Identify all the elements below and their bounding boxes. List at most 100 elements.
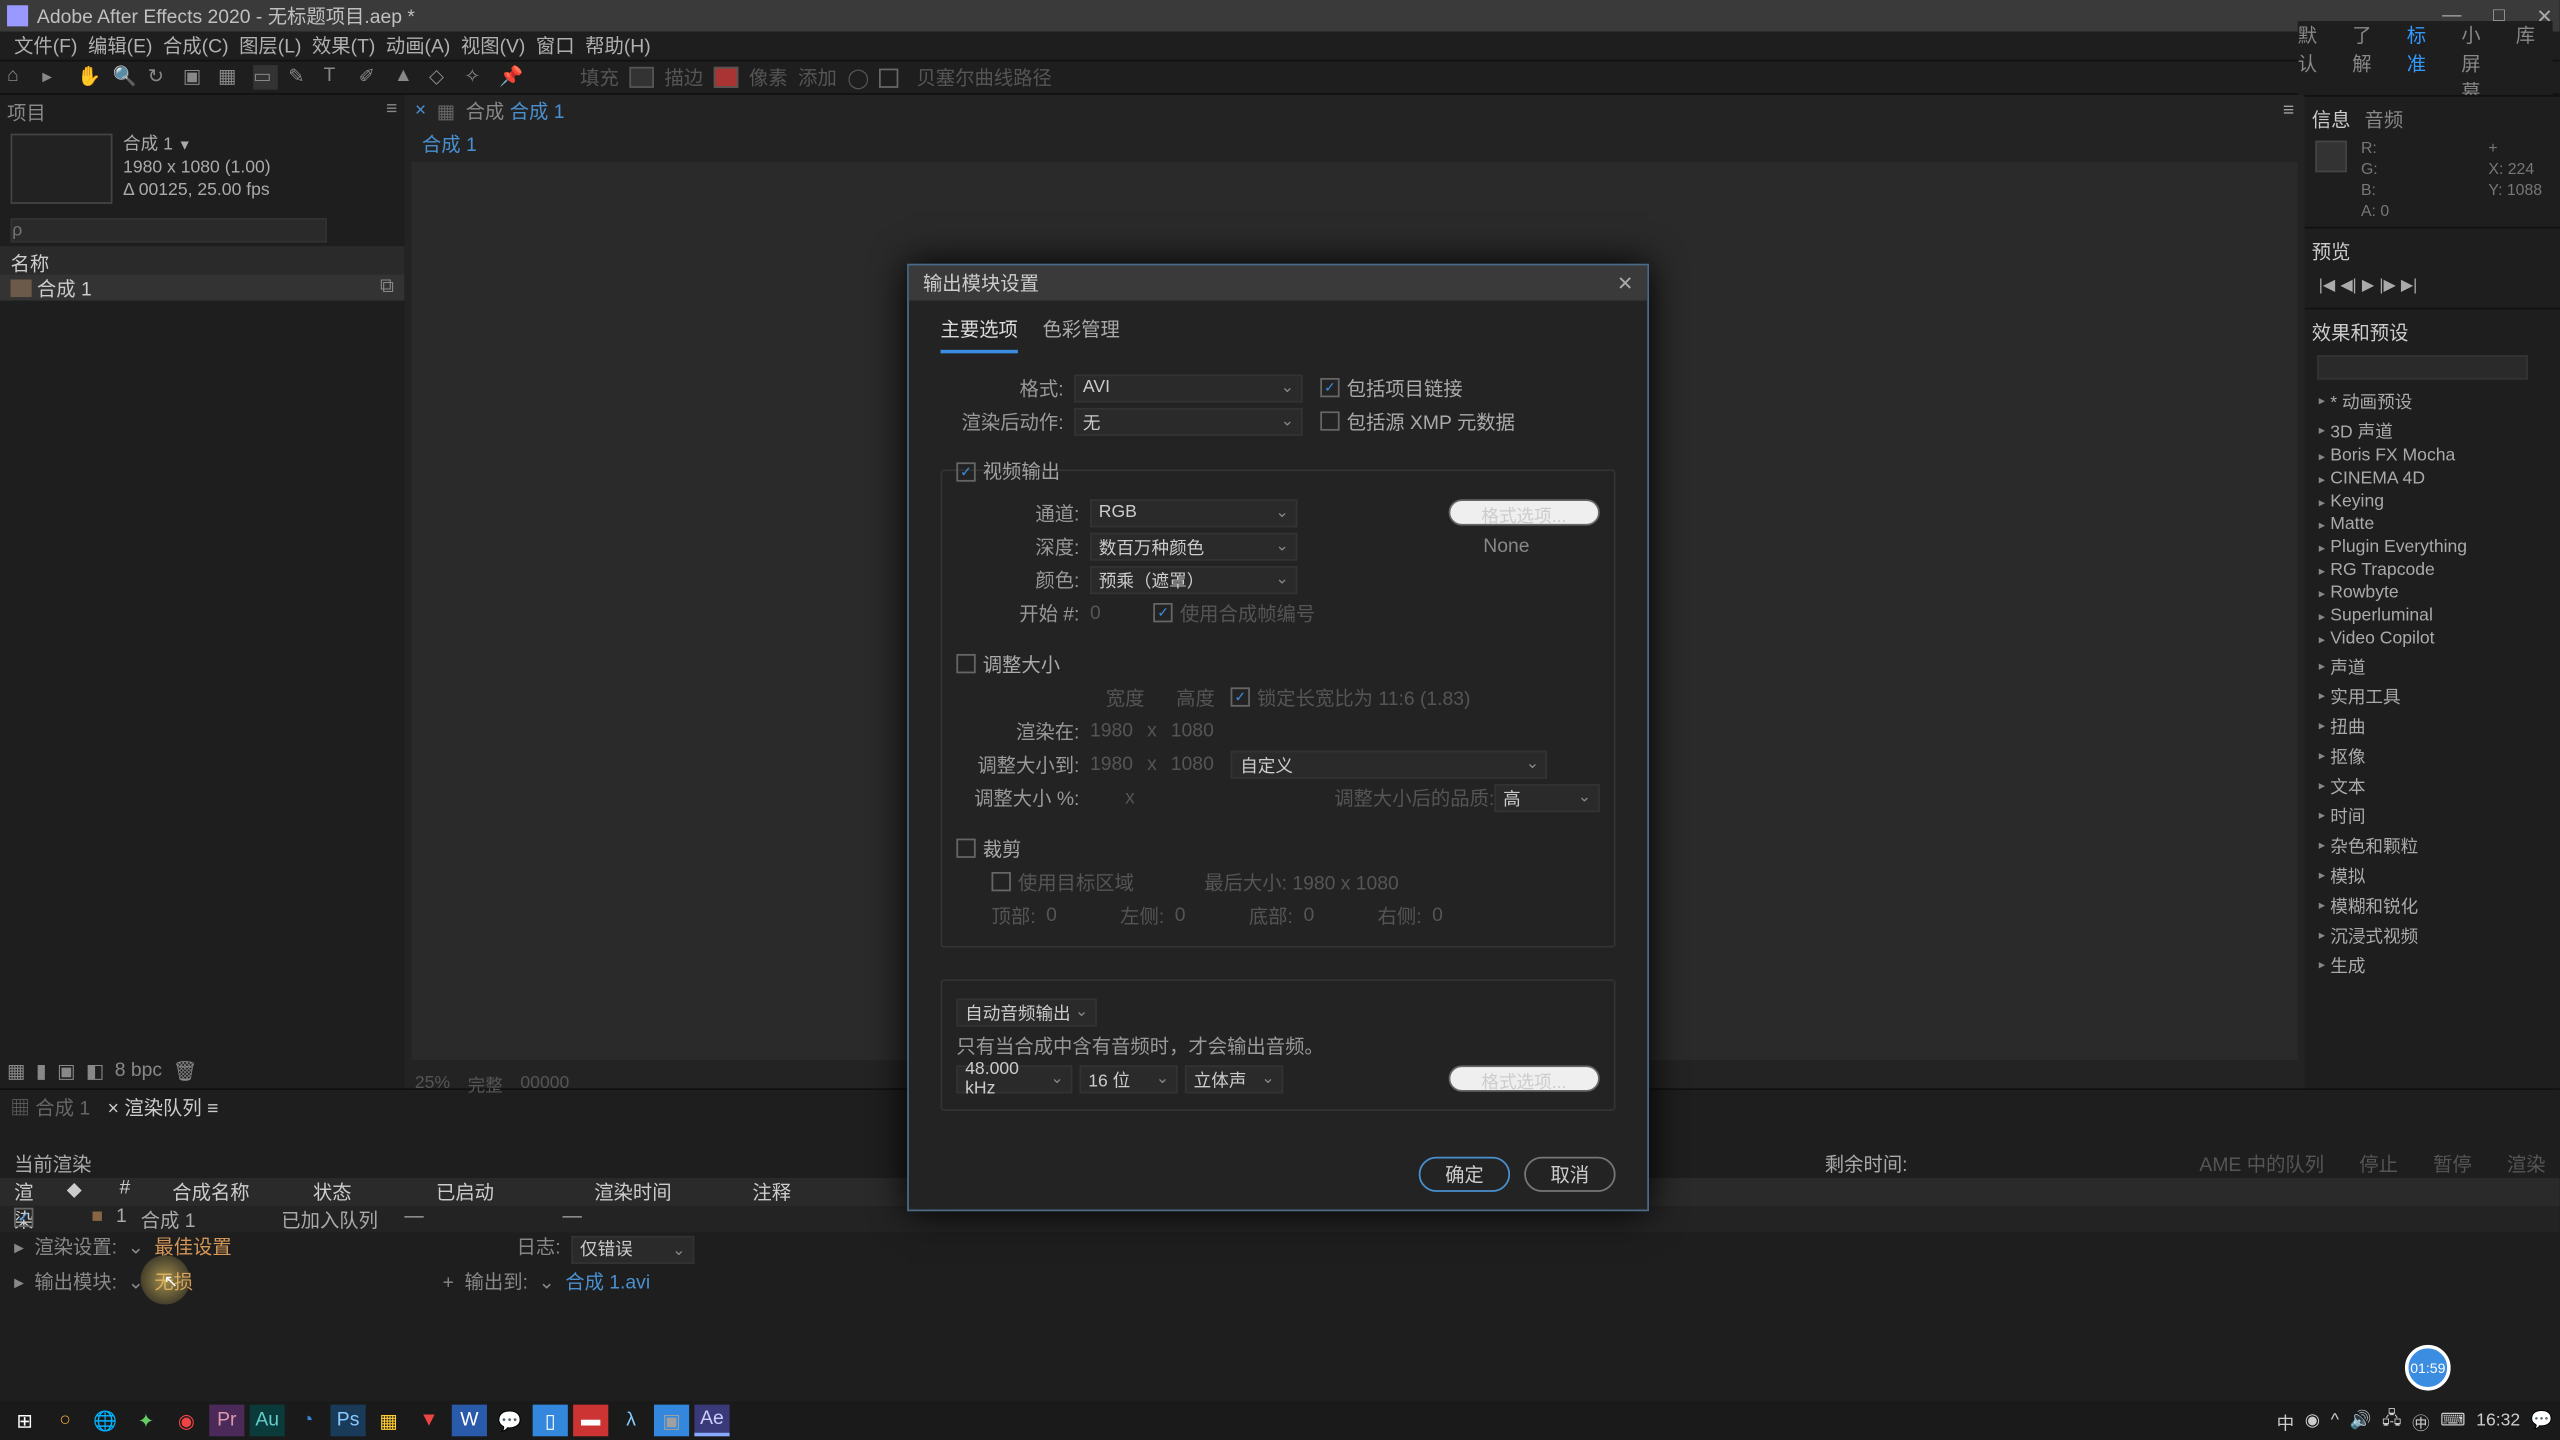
crop-checkbox[interactable] <box>956 839 975 858</box>
row-label-icon[interactable]: ■ <box>91 1206 116 1232</box>
depth-select[interactable]: 数百万种颜色 <box>1090 532 1297 560</box>
channel-select[interactable]: RGB <box>1090 498 1297 526</box>
stop-button[interactable]: 停止 <box>2359 1150 2398 1175</box>
zoom-tool-icon[interactable]: 🔍 <box>113 65 138 90</box>
bit-depth-select[interactable]: 16 位 <box>1079 1064 1177 1092</box>
tray-icon-obs[interactable]: ◉ <box>2305 1411 2320 1430</box>
resolution-select[interactable]: 完整 <box>468 1070 503 1096</box>
preview-tab[interactable]: 预览 <box>2312 237 2351 265</box>
comp-tab-close-icon[interactable]: × <box>415 100 426 121</box>
new-comp-icon[interactable]: ▣ <box>57 1059 75 1082</box>
fx-item[interactable]: 沉浸式视频 <box>2315 919 2549 949</box>
ime-indicator[interactable]: 中 <box>2277 1407 2295 1433</box>
render-button[interactable]: 渲染 <box>2507 1150 2546 1175</box>
comp-tab-layer-icon[interactable]: ▦ <box>437 99 455 122</box>
tray-volume-icon[interactable]: 🔊 <box>2350 1411 2372 1430</box>
home-icon[interactable]: ⌂ <box>7 65 32 90</box>
time-display[interactable]: 00000 <box>520 1073 569 1092</box>
postrender-select[interactable]: 无 <box>1074 407 1303 435</box>
ame-queue-button[interactable]: AME 中的队列 <box>2199 1150 2324 1175</box>
fx-item[interactable]: 时间 <box>2315 800 2549 830</box>
fx-item[interactable]: Video Copilot <box>2315 628 2549 651</box>
roto-tool-icon[interactable]: ✧ <box>464 65 489 90</box>
comp-breadcrumb[interactable]: 合成 1 <box>422 135 477 156</box>
tray-network-icon[interactable]: 🖧 <box>2382 1406 2402 1436</box>
resize-checkbox[interactable] <box>956 654 975 673</box>
audio-format-options-button[interactable]: 格式选项... <box>1448 1065 1600 1091</box>
app-icon-8[interactable]: λ <box>614 1405 649 1437</box>
log-select[interactable]: 仅错误 <box>571 1236 694 1264</box>
app-icon-3[interactable]: ◔ <box>290 1405 325 1437</box>
play-icon[interactable]: ▶ <box>2362 276 2374 295</box>
eraser-tool-icon[interactable]: ◇ <box>429 65 454 90</box>
ae-taskbar-icon[interactable]: Ae <box>694 1405 729 1437</box>
menu-view[interactable]: 视图(V) <box>457 32 529 60</box>
include-link-checkbox[interactable] <box>1320 378 1339 397</box>
text-tool-icon[interactable]: T <box>323 65 348 90</box>
tray-expand-icon[interactable]: ^ <box>2331 1411 2339 1430</box>
ok-button[interactable]: 确定 <box>1419 1157 1510 1192</box>
cancel-button[interactable]: 取消 <box>1524 1157 1615 1192</box>
zoom-select[interactable]: 25% <box>415 1073 450 1092</box>
bpc-icon[interactable]: ◧ <box>86 1059 104 1082</box>
trash-icon[interactable]: 🗑 <box>173 1059 198 1082</box>
project-tab[interactable]: 项目 <box>7 98 46 119</box>
word-icon[interactable]: W <box>452 1405 487 1437</box>
tab-main[interactable]: 主要选项 <box>941 315 1018 354</box>
camera-tool-icon[interactable]: ▣ <box>183 65 208 90</box>
app-icon-7[interactable]: ▬ <box>573 1405 608 1437</box>
folder-icon[interactable]: ▮ <box>36 1059 47 1082</box>
output-module-dropdown-icon[interactable]: ⌄ <box>128 1271 144 1297</box>
app-icon-2[interactable]: ◉ <box>169 1405 204 1437</box>
pause-button[interactable]: 暂停 <box>2433 1150 2472 1175</box>
fx-item[interactable]: 模糊和锐化 <box>2315 890 2549 920</box>
menu-help[interactable]: 帮助(H) <box>582 32 655 60</box>
selection-tool-icon[interactable]: ▸ <box>42 65 67 90</box>
hand-tool-icon[interactable]: ✋ <box>77 65 102 90</box>
tab-color[interactable]: 色彩管理 <box>1042 315 1119 354</box>
audition-icon[interactable]: Au <box>250 1405 285 1437</box>
menu-edit[interactable]: 编辑(E) <box>84 32 156 60</box>
menu-animation[interactable]: 动画(A) <box>382 32 454 60</box>
audio-channels-select[interactable]: 立体声 <box>1185 1064 1283 1092</box>
tray-keyboard-icon[interactable]: ⌨ <box>2440 1411 2465 1430</box>
stroke-swatch[interactable] <box>714 67 739 88</box>
app-icon-6[interactable]: ▯ <box>533 1405 568 1437</box>
bezier-checkbox[interactable] <box>880 68 899 87</box>
premiere-icon[interactable]: Pr <box>209 1405 244 1437</box>
tray-ime-icon[interactable]: ㊥ <box>2412 1407 2430 1433</box>
menu-layer[interactable]: 图层(L) <box>236 32 305 60</box>
render-settings-dropdown-icon[interactable]: ⌄ <box>128 1236 144 1264</box>
fx-item[interactable]: Matte <box>2315 513 2549 536</box>
audio-tab[interactable]: 音频 <box>2365 105 2404 133</box>
app-icon-1[interactable]: ✦ <box>128 1405 163 1437</box>
fx-item[interactable]: Superluminal <box>2315 605 2549 628</box>
start-icon[interactable]: ⊞ <box>7 1405 42 1437</box>
clock[interactable]: 16:32 <box>2476 1411 2520 1430</box>
fx-item[interactable]: Plugin Everything <box>2315 536 2549 559</box>
include-xmp-checkbox[interactable] <box>1320 411 1339 430</box>
expand-icon[interactable]: ▸ <box>14 1236 24 1264</box>
fx-item[interactable]: RG Trapcode <box>2315 559 2549 582</box>
info-tab[interactable]: 信息 <box>2312 105 2351 133</box>
fx-item[interactable]: * 动画预设 <box>2315 385 2549 415</box>
app-icon-5[interactable]: ▼ <box>411 1405 446 1437</box>
flowchart-icon[interactable]: ⧉ <box>380 276 394 299</box>
row-comp[interactable]: 合成 1 <box>141 1206 282 1232</box>
fx-item[interactable]: 生成 <box>2315 949 2549 975</box>
color-select[interactable]: 预乘（遮罩） <box>1090 565 1297 593</box>
fx-item[interactable]: Boris FX Mocha <box>2315 445 2549 468</box>
stamp-tool-icon[interactable]: ▲ <box>394 65 419 90</box>
first-frame-icon[interactable]: |◀ <box>2319 276 2335 295</box>
menu-window[interactable]: 窗口 <box>532 32 578 60</box>
next-frame-icon[interactable]: |▶ <box>2379 276 2395 295</box>
fx-item[interactable]: 3D 声道 <box>2315 415 2549 445</box>
rotate-tool-icon[interactable]: ↻ <box>148 65 173 90</box>
fx-item[interactable]: 模拟 <box>2315 860 2549 890</box>
output-to-link[interactable]: 合成 1.avi <box>565 1271 650 1297</box>
comp-dropdown-icon[interactable]: ▼ <box>178 137 192 153</box>
fx-item[interactable]: 实用工具 <box>2315 680 2549 710</box>
anchor-tool-icon[interactable]: ▦ <box>218 65 243 90</box>
chrome-icon[interactable]: 🌐 <box>88 1405 123 1437</box>
fx-item[interactable]: 杂色和颗粒 <box>2315 830 2549 860</box>
